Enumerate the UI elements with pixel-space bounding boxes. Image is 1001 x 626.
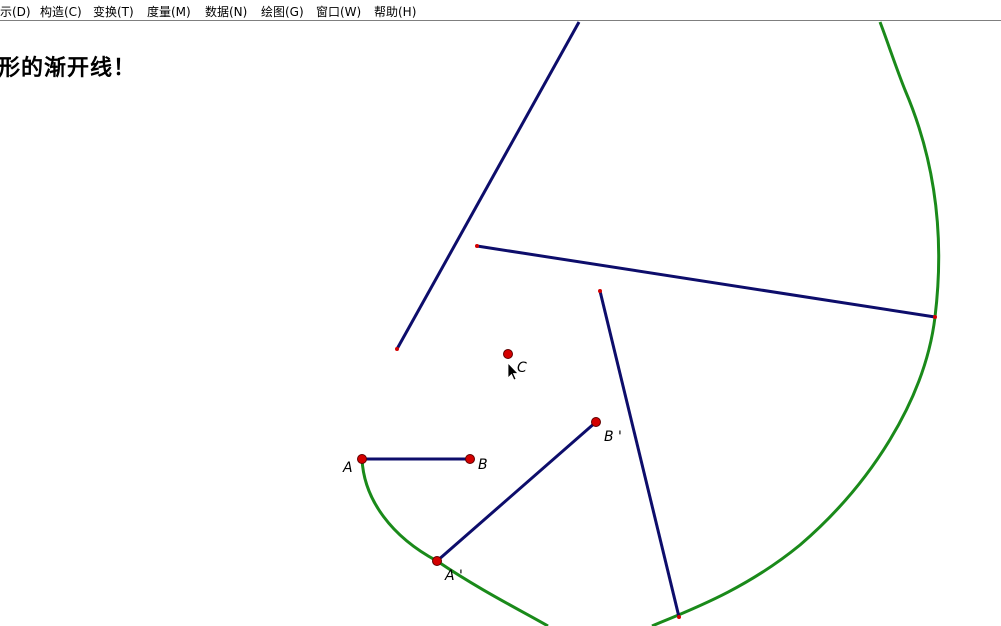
endpoint-dot[interactable] (677, 615, 681, 619)
endpoint-dot[interactable] (598, 289, 602, 293)
label-a: A (342, 460, 353, 476)
point-b[interactable] (465, 454, 475, 464)
tangent-segment-vertical[interactable] (598, 290, 681, 618)
involute-curve[interactable] (360, 458, 549, 626)
endpoint-dot[interactable] (933, 315, 937, 319)
label-a-prime: A ' (444, 568, 463, 584)
label-b: B (478, 457, 488, 473)
tangent-segment-horizontal[interactable] (476, 244, 936, 319)
sketch-canvas[interactable]: A B C A ' B ' (0, 0, 1001, 626)
tangent-segment-upper-left[interactable] (395, 21, 581, 350)
point-a[interactable] (357, 454, 367, 464)
endpoint-dot[interactable] (475, 244, 479, 248)
endpoint-dot[interactable] (395, 347, 399, 351)
point-a-prime[interactable] (432, 556, 442, 566)
point-b-prime[interactable] (591, 417, 601, 427)
segment-a-prime-b-prime[interactable] (436, 420, 597, 563)
label-b-prime: B ' (604, 429, 622, 445)
involute-curve-outer[interactable] (651, 21, 941, 626)
point-c[interactable] (503, 349, 513, 359)
